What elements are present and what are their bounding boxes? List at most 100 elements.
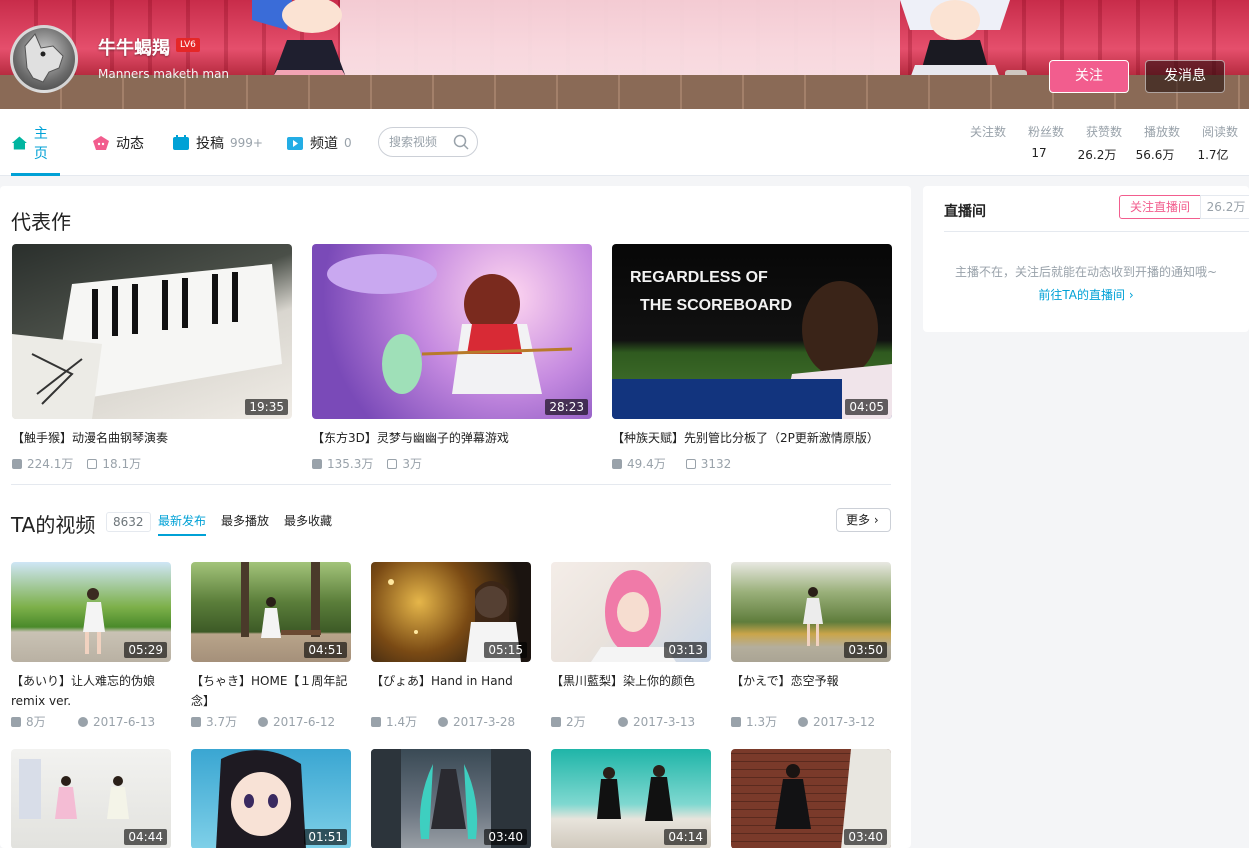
chevron-right-icon: › xyxy=(873,513,879,527)
video-title[interactable]: 【あいり】让人难忘的伪娘remix ver. xyxy=(11,671,171,711)
video-card[interactable]: 05:15 【ぴょあ】Hand in Hand 1.4万 2017-3-28 xyxy=(371,562,531,730)
video-thumbnail[interactable]: REGARDLESS OF THE SCOREBOARD 04:05 xyxy=(612,244,892,419)
main-content: 代表作 19:35 【触手猴】动漫名曲钢琴演奏 224.1万 18.1万 28:… xyxy=(0,186,911,848)
masterpiece-card[interactable]: 19:35 【触手猴】动漫名曲钢琴演奏 224.1万 18.1万 xyxy=(12,244,292,472)
sort-most-favorited[interactable]: 最多收藏 xyxy=(284,512,332,536)
video-card[interactable]: 03:40 xyxy=(371,749,531,848)
sort-most-played[interactable]: 最多播放 xyxy=(221,512,269,536)
video-thumbnail[interactable]: 19:35 xyxy=(12,244,292,419)
goto-live-room-link[interactable]: 前往TA的直播间 › xyxy=(923,286,1249,303)
video-title[interactable]: 【ちゃき】HOME【１周年記念】 xyxy=(191,671,351,711)
video-meta: 8万 2017-6-13 xyxy=(11,713,171,730)
video-thumbnail[interactable]: 04:14 xyxy=(551,749,711,848)
video-meta: 49.4万 3132 xyxy=(612,455,892,472)
scoreboard-thumbnail-art: REGARDLESS OF THE SCOREBOARD xyxy=(612,269,892,419)
video-title[interactable]: 【黒川藍梨】染上你的颜色 xyxy=(551,671,711,711)
video-title[interactable]: 【かえで】恋空予報 xyxy=(731,671,891,711)
clock-icon xyxy=(258,716,268,727)
danmaku-icon xyxy=(685,458,696,469)
video-duration: 03:50 xyxy=(844,642,887,658)
video-duration: 05:15 xyxy=(484,642,527,658)
video-thumbnail[interactable]: 03:40 xyxy=(371,749,531,848)
video-thumbnail[interactable]: 03:40 xyxy=(731,749,891,848)
uploads-count: 999+ xyxy=(230,135,263,150)
video-thumbnail[interactable]: 05:15 xyxy=(371,562,531,662)
video-card[interactable]: 04:44 xyxy=(11,749,171,848)
video-duration: 04:05 xyxy=(845,399,888,415)
video-card[interactable]: 05:29 【あいり】让人难忘的伪娘remix ver. 8万 2017-6-13 xyxy=(11,562,171,730)
video-duration: 03:13 xyxy=(664,642,707,658)
video-card[interactable]: 04:51 【ちゃき】HOME【１周年記念】 3.7万 2017-6-12 xyxy=(191,562,351,730)
stat-label: 获赞数 xyxy=(1085,125,1122,139)
videos-title: TA的视频 xyxy=(11,513,96,537)
follow-live-button[interactable]: 关注直播间 xyxy=(1119,195,1201,219)
video-meta: 135.3万 3万 xyxy=(312,455,592,472)
video-card[interactable]: 03:40 xyxy=(731,749,891,848)
video-meta: 2万 2017-3-13 xyxy=(551,713,711,730)
video-duration: 19:35 xyxy=(245,399,288,415)
video-thumbnail[interactable]: 01:51 xyxy=(191,749,351,848)
video-title[interactable]: 【触手猴】动漫名曲钢琴演奏 xyxy=(12,429,292,446)
video-card[interactable]: 04:14 xyxy=(551,749,711,848)
profile-nav: 主页 动态 投稿 999+ 频道 0 搜索视频 关注数 17 粉丝数 26.2万 获… xyxy=(0,109,1249,176)
video-title[interactable]: 【种族天赋】先别管比分板了（2P更新激情原版） xyxy=(612,429,892,446)
danmaku-icon xyxy=(87,458,98,469)
play-count: 8万 xyxy=(26,715,46,729)
video-meta: 1.4万 2017-3-28 xyxy=(371,713,531,730)
clock-icon xyxy=(438,716,448,727)
play-count: 49.4万 xyxy=(627,457,666,471)
live-room-title: 直播间 xyxy=(944,204,986,220)
more-label: 更多 xyxy=(846,513,871,527)
tab-uploads[interactable]: 投稿 999+ xyxy=(172,109,263,176)
video-duration: 03:40 xyxy=(844,829,887,845)
avatar[interactable] xyxy=(10,25,78,93)
tab-dynamics[interactable]: 动态 xyxy=(92,109,144,176)
upload-date: 2017-3-28 xyxy=(453,714,516,729)
video-thumbnail[interactable]: 04:44 xyxy=(11,749,171,848)
video-card[interactable]: 01:51 xyxy=(191,749,351,848)
send-message-button[interactable]: 发消息 xyxy=(1145,60,1225,93)
tab-home-label: 主页 xyxy=(33,125,48,162)
play-count: 1.4万 xyxy=(386,715,418,729)
play-count-icon xyxy=(371,716,381,727)
svg-text:THE SCOREBOARD: THE SCOREBOARD xyxy=(640,297,792,314)
video-thumbnail[interactable]: 05:29 xyxy=(11,562,171,662)
upload-date: 2017-3-12 xyxy=(813,714,876,729)
stat-following[interactable]: 关注数 17 xyxy=(959,123,1047,160)
masterpiece-card[interactable]: REGARDLESS OF THE SCOREBOARD 04:05 【种族天赋】… xyxy=(612,244,892,472)
stat-label: 关注数 xyxy=(969,125,1006,139)
video-thumbnail[interactable]: 03:13 xyxy=(551,562,711,662)
dynamics-icon xyxy=(93,135,109,150)
svg-text:REGARDLESS OF: REGARDLESS OF xyxy=(630,269,768,286)
video-thumbnail[interactable]: 04:51 xyxy=(191,562,351,662)
stat-likes: 获赞数 56.6万 xyxy=(1075,123,1174,162)
play-count-icon xyxy=(731,716,741,727)
video-card[interactable]: 03:13 【黒川藍梨】染上你的颜色 2万 2017-3-13 xyxy=(551,562,711,730)
video-card[interactable]: 03:50 【かえで】恋空予報 1.3万 2017-3-12 xyxy=(731,562,891,730)
play-count-icon xyxy=(11,716,21,727)
piano-thumbnail-art xyxy=(12,264,282,419)
tab-home[interactable]: 主页 xyxy=(11,109,60,176)
danmaku-count: 18.1万 xyxy=(102,457,142,471)
sort-latest[interactable]: 最新发布 xyxy=(158,512,207,536)
banner-stage-art xyxy=(340,0,900,80)
stat-fans[interactable]: 粉丝数 26.2万 xyxy=(1017,123,1116,162)
follow-button[interactable]: 关注 xyxy=(1049,60,1129,93)
tab-channels-label: 频道 xyxy=(310,135,338,152)
divider xyxy=(944,231,1249,232)
more-videos-button[interactable]: 更多 › xyxy=(836,508,891,532)
video-thumbnail[interactable]: 28:23 xyxy=(312,244,592,419)
chevron-right-icon: › xyxy=(1128,288,1134,302)
play-count-icon xyxy=(612,458,622,469)
video-thumbnail[interactable]: 03:50 xyxy=(731,562,891,662)
video-title[interactable]: 【ぴょあ】Hand in Hand xyxy=(371,671,531,711)
play-count: 2万 xyxy=(566,715,586,729)
search-icon[interactable] xyxy=(453,134,469,150)
video-search-input[interactable]: 搜索视频 xyxy=(378,127,478,157)
clock-icon xyxy=(798,716,808,727)
masterpiece-card[interactable]: 28:23 【东方3D】灵梦与幽幽子的弹幕游戏 135.3万 3万 xyxy=(312,244,592,472)
tab-channels[interactable]: 频道 0 xyxy=(286,109,352,176)
play-count: 3.7万 xyxy=(206,715,238,729)
stat-label: 播放数 xyxy=(1143,125,1180,139)
video-title[interactable]: 【东方3D】灵梦与幽幽子的弹幕游戏 xyxy=(312,429,592,446)
